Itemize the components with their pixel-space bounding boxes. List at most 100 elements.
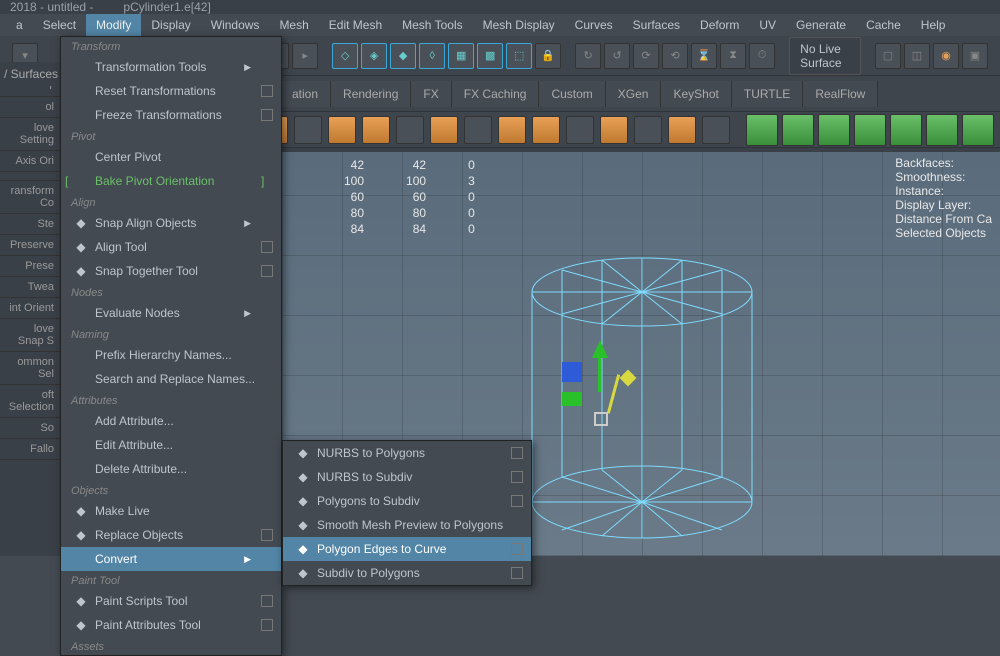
shelf-fx-icon[interactable] [854, 114, 886, 146]
shelf-fx-icon[interactable] [818, 114, 850, 146]
shelf-tab[interactable]: KeyShot [661, 81, 731, 107]
menu-item[interactable]: Prefix Hierarchy Names... [61, 343, 281, 367]
history-icon[interactable]: ⟳ [633, 43, 659, 69]
option-box-icon[interactable] [511, 447, 523, 459]
submenu-item[interactable]: ◆Subdiv to Polygons [283, 561, 531, 585]
menu-item[interactable]: Search and Replace Names... [61, 367, 281, 391]
snap-icon[interactable]: ◊ [419, 43, 445, 69]
shelf-icon[interactable] [328, 116, 356, 144]
shelf-tab[interactable]: FX [411, 81, 451, 107]
shelf-icon[interactable] [498, 116, 526, 144]
menu-generate[interactable]: Generate [786, 14, 856, 36]
shelf-icon[interactable] [294, 116, 322, 144]
option-box-icon[interactable] [261, 595, 273, 607]
shelf-icon[interactable] [362, 116, 390, 144]
menu-mesh display[interactable]: Mesh Display [473, 14, 565, 36]
menu-surfaces[interactable]: Surfaces [623, 14, 690, 36]
submenu-item[interactable]: ◆NURBS to Polygons [283, 441, 531, 465]
menu-deform[interactable]: Deform [690, 14, 749, 36]
menu-item[interactable]: Convert▶ [61, 547, 281, 571]
shelf-icon[interactable] [702, 116, 730, 144]
option-box-icon[interactable] [261, 619, 273, 631]
menu-item[interactable]: Delete Attribute... [61, 457, 281, 481]
shelf-fx-icon[interactable] [746, 114, 778, 146]
option-box-icon[interactable] [261, 241, 273, 253]
menu-modify[interactable]: Modify [86, 14, 141, 36]
menu-item[interactable]: Edit Attribute... [61, 433, 281, 457]
history-icon[interactable]: ⌛ [691, 43, 717, 69]
menu-uv[interactable]: UV [749, 14, 786, 36]
menu-a[interactable]: a [6, 14, 33, 36]
snap-icon[interactable]: ◇ [332, 43, 358, 69]
shelf-fx-icon[interactable] [782, 114, 814, 146]
history-icon[interactable]: ↻ [575, 43, 601, 69]
snap-icon[interactable]: ⬚ [506, 43, 532, 69]
layout-icon[interactable]: ◉ [933, 43, 959, 69]
menu-curves[interactable]: Curves [565, 14, 623, 36]
menu-item[interactable]: ◆Snap Together Tool [61, 259, 281, 283]
history-icon[interactable]: ⏱ [749, 43, 775, 69]
option-box-icon[interactable] [511, 471, 523, 483]
layout-icon[interactable]: ▣ [962, 43, 988, 69]
option-box-icon[interactable] [261, 85, 273, 97]
shelf-tab[interactable]: Rendering [331, 81, 411, 107]
option-box-icon[interactable] [511, 567, 523, 579]
shelf-icon[interactable] [464, 116, 492, 144]
snap-icon[interactable]: ◈ [361, 43, 387, 69]
submenu-item[interactable]: ◆Polygon Edges to Curve [283, 537, 531, 561]
menu-item[interactable]: ◆Make Live [61, 499, 281, 523]
menu-cache[interactable]: Cache [856, 14, 911, 36]
menu-item[interactable]: ◆Align Tool [61, 235, 281, 259]
menu-item[interactable]: Center Pivot [61, 145, 281, 169]
layout-icon[interactable]: ▢ [875, 43, 901, 69]
shelf-fx-icon[interactable] [962, 114, 994, 146]
option-box-icon[interactable] [261, 265, 273, 277]
shelf-tab[interactable]: TURTLE [732, 81, 803, 107]
shelf-icon[interactable] [396, 116, 424, 144]
shelf-tab[interactable]: RealFlow [803, 81, 878, 107]
menu-mesh tools[interactable]: Mesh Tools [392, 14, 472, 36]
submenu-item[interactable]: ◆NURBS to Subdiv [283, 465, 531, 489]
history-icon[interactable]: ⧗ [720, 43, 746, 69]
shelf-tab[interactable]: ation [280, 81, 331, 107]
shelf-icon[interactable] [532, 116, 560, 144]
menu-item[interactable]: Add Attribute... [61, 409, 281, 433]
shelf-fx-icon[interactable] [890, 114, 922, 146]
menu-item[interactable]: Bake Pivot Orientation [61, 169, 281, 193]
shelf-tab[interactable]: FX Caching [452, 81, 540, 107]
menu-item[interactable]: ◆Paint Scripts Tool [61, 589, 281, 613]
option-box-icon[interactable] [261, 529, 273, 541]
menu-display[interactable]: Display [141, 14, 200, 36]
option-box-icon[interactable] [261, 109, 273, 121]
menu-windows[interactable]: Windows [201, 14, 270, 36]
menu-item[interactable]: ◆Paint Attributes Tool [61, 613, 281, 637]
shelf-icon[interactable] [668, 116, 696, 144]
snap-icon[interactable]: ▩ [477, 43, 503, 69]
menu-item[interactable]: Evaluate Nodes▶ [61, 301, 281, 325]
tool-icon[interactable]: ▸ [292, 43, 318, 69]
shelf-tab[interactable]: XGen [606, 81, 662, 107]
submenu-item[interactable]: ◆Polygons to Subdiv [283, 489, 531, 513]
submenu-item[interactable]: ◆Smooth Mesh Preview to Polygons [283, 513, 531, 537]
snap-icon[interactable]: ◆ [390, 43, 416, 69]
menu-mesh[interactable]: Mesh [269, 14, 318, 36]
history-icon[interactable]: ⟲ [662, 43, 688, 69]
shelf-fx-icon[interactable] [926, 114, 958, 146]
option-box-icon[interactable] [511, 495, 523, 507]
shelf-icon[interactable] [430, 116, 458, 144]
menu-select[interactable]: Select [33, 14, 86, 36]
menu-help[interactable]: Help [911, 14, 956, 36]
menu-edit mesh[interactable]: Edit Mesh [319, 14, 392, 36]
shelf-icon[interactable] [634, 116, 662, 144]
no-live-surface-button[interactable]: No Live Surface [789, 37, 861, 75]
menu-item[interactable]: Freeze Transformations [61, 103, 281, 127]
lock-icon[interactable]: 🔒 [535, 43, 561, 69]
menu-item[interactable]: Reset Transformations [61, 79, 281, 103]
menu-item[interactable]: ◆Snap Align Objects▶ [61, 211, 281, 235]
menu-item[interactable]: ◆Replace Objects [61, 523, 281, 547]
shelf-icon[interactable] [600, 116, 628, 144]
snap-icon[interactable]: ▦ [448, 43, 474, 69]
shelf-tab[interactable]: Custom [539, 81, 605, 107]
menu-item[interactable]: Transformation Tools▶ [61, 55, 281, 79]
history-icon[interactable]: ↺ [604, 43, 630, 69]
